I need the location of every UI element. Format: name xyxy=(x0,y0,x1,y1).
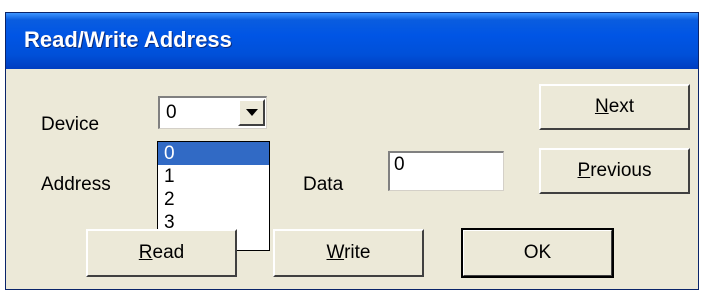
write-button[interactable]: Write xyxy=(273,229,424,277)
next-button[interactable]: Next xyxy=(539,84,690,130)
read-button-label: Read xyxy=(138,242,185,263)
device-dropdown-button[interactable] xyxy=(238,99,265,126)
device-option[interactable]: 2 xyxy=(158,188,269,211)
device-combobox-value: 0 xyxy=(166,102,177,123)
data-label: Data xyxy=(303,174,344,195)
device-label: Device xyxy=(41,114,100,135)
previous-button-label: Previous xyxy=(577,160,652,181)
dialog-window: Read/Write Address Device 0 Address 0 1 … xyxy=(5,12,699,290)
device-option[interactable]: 1 xyxy=(158,165,269,188)
chevron-down-icon xyxy=(245,108,258,116)
device-option[interactable]: 0 xyxy=(158,142,269,165)
write-button-label: Write xyxy=(326,242,371,263)
window-title: Read/Write Address xyxy=(24,27,232,52)
data-field[interactable]: 0 xyxy=(388,151,504,191)
ok-button-label: OK xyxy=(523,242,552,263)
title-bar[interactable]: Read/Write Address xyxy=(6,13,698,69)
read-button[interactable]: Read xyxy=(86,229,237,277)
previous-button[interactable]: Previous xyxy=(539,148,690,194)
device-combobox[interactable]: 0 xyxy=(158,96,267,129)
address-label: Address xyxy=(41,174,111,195)
ok-button[interactable]: OK xyxy=(461,228,614,278)
next-button-label: Next xyxy=(594,96,635,117)
